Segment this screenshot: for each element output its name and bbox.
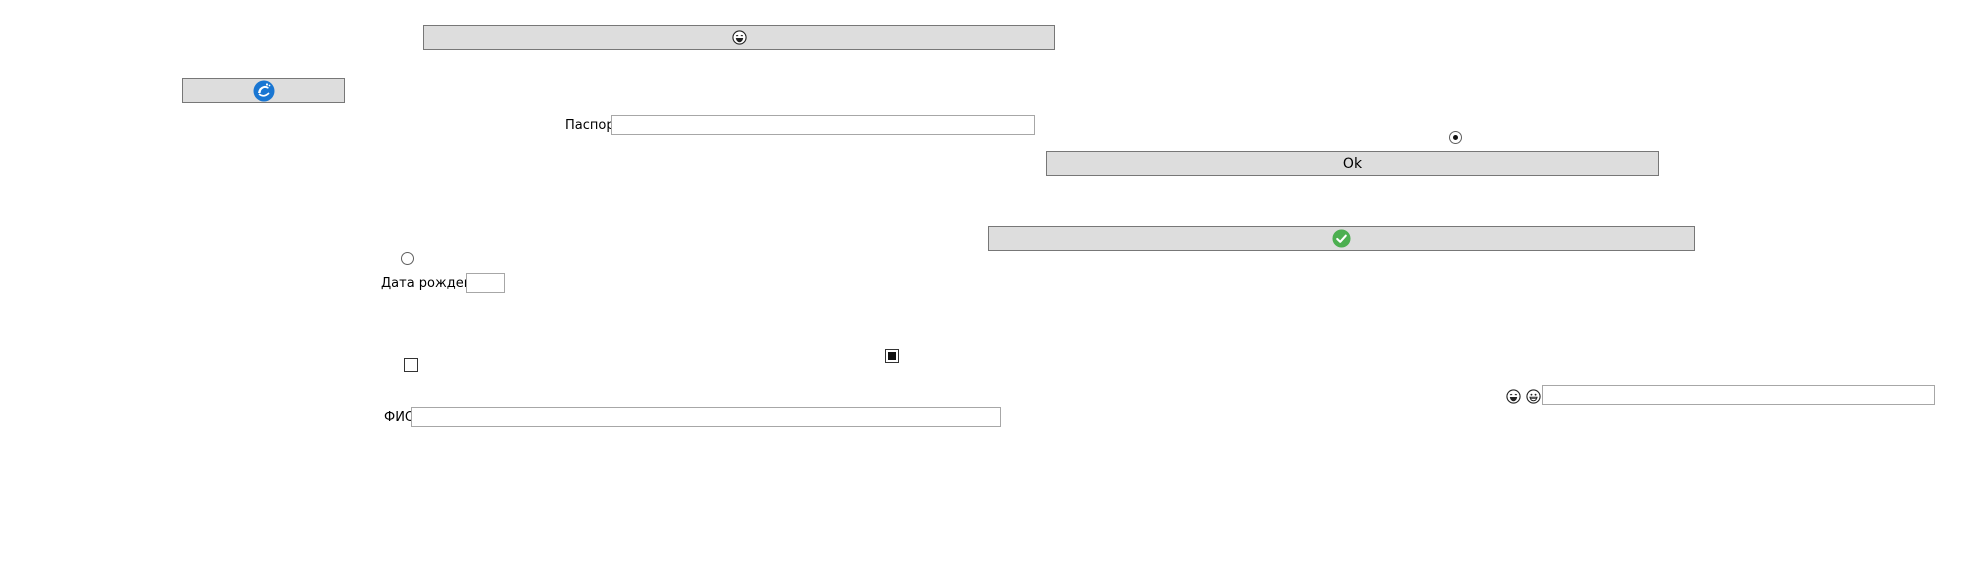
passport-field[interactable]: [611, 115, 1035, 135]
radio-unselected[interactable]: [401, 252, 414, 265]
confirm-button[interactable]: [988, 226, 1695, 251]
birthdate-field[interactable]: [466, 273, 505, 293]
fio-field[interactable]: [411, 407, 1001, 427]
dolphin-logo-icon: [253, 80, 274, 101]
dolphin-button[interactable]: [182, 78, 345, 103]
top-smiley-button[interactable]: [423, 25, 1055, 50]
radio-selected-dot: [1453, 135, 1458, 140]
ok-button[interactable]: Ok: [1046, 151, 1659, 176]
grinning-face-icon: [1526, 389, 1541, 404]
radio-selected[interactable]: [1449, 131, 1462, 144]
checkbox-unchecked[interactable]: [404, 358, 418, 372]
checkbox-checked-fill: [888, 352, 896, 360]
green-checkmark-icon: [1332, 229, 1351, 248]
laughing-face-icon: [1506, 389, 1521, 404]
checkbox-checked[interactable]: [885, 349, 899, 363]
right-text-field[interactable]: [1542, 385, 1935, 405]
smiley-face-icon: [731, 30, 747, 45]
ok-button-label: Ok: [1342, 155, 1363, 172]
